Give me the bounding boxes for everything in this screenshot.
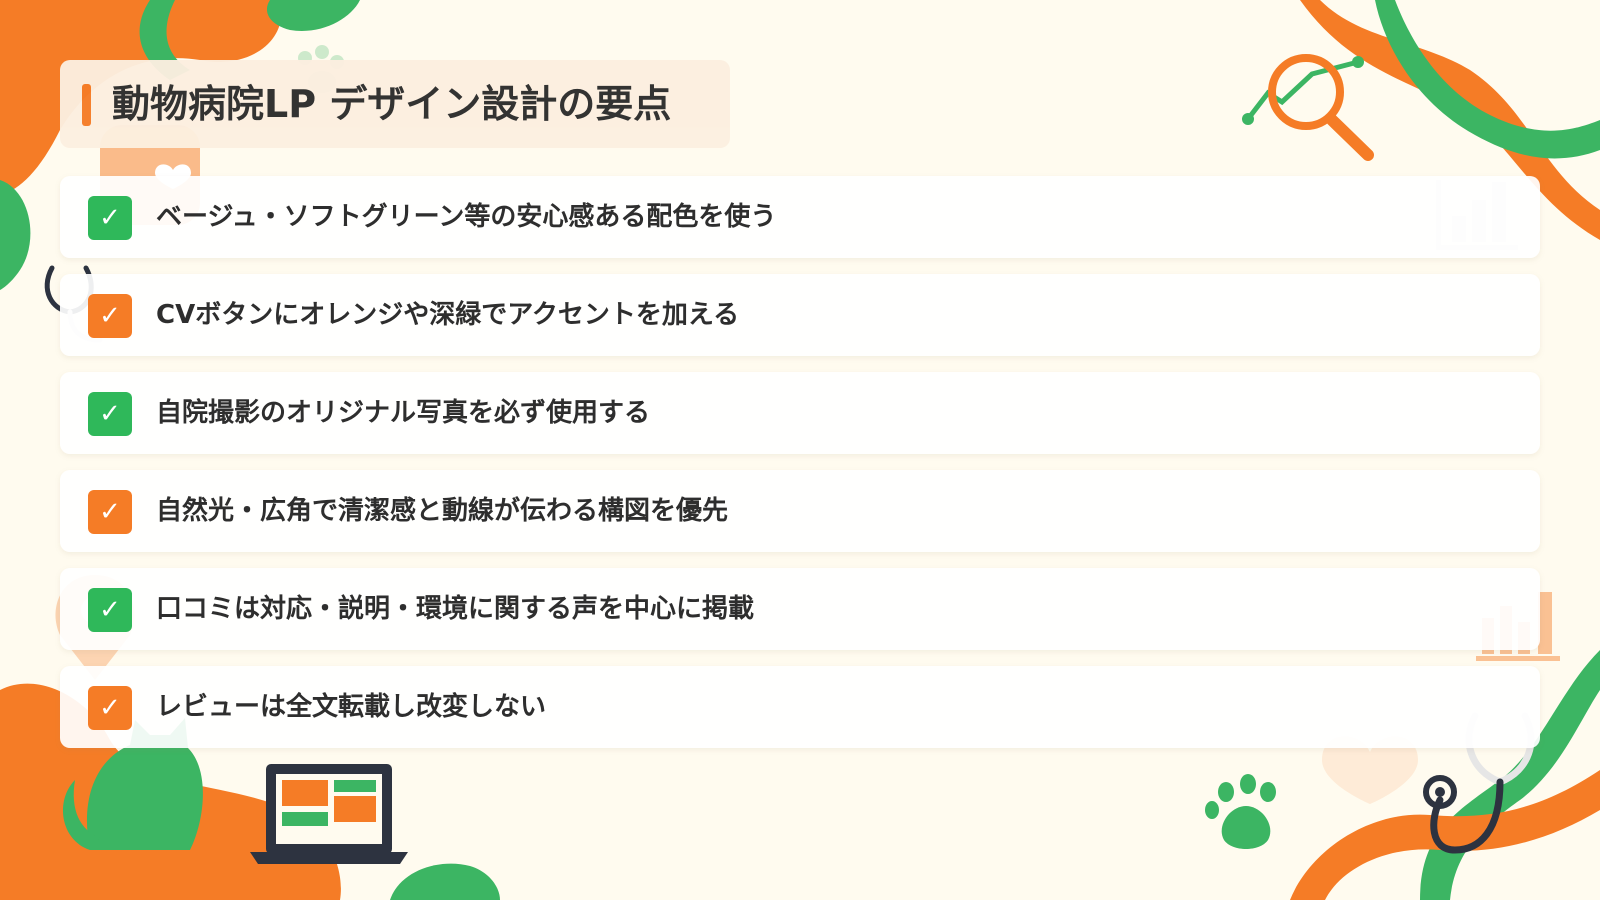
title-box: 動物病院LP デザイン設計の要点 bbox=[60, 60, 730, 148]
list-item-text: 口コミは対応・説明・環境に関する声を中心に掲載 bbox=[156, 594, 755, 624]
checkmark-icon: ✓ bbox=[88, 490, 132, 534]
list-item: ✓ 自然光・広角で清潔感と動線が伝わる構図を優先 bbox=[60, 470, 1540, 552]
checkmark-icon: ✓ bbox=[88, 686, 132, 730]
green-blob-top-left bbox=[266, 0, 360, 31]
page-title: 動物病院LP デザイン設計の要点 bbox=[112, 82, 672, 126]
paw-icon-bottom bbox=[1205, 774, 1276, 849]
list-item-text: レビューは全文転載し改変しない bbox=[156, 692, 547, 722]
list-item: ✓ 口コミは対応・説明・環境に関する声を中心に掲載 bbox=[60, 568, 1540, 650]
laptop-icon bbox=[250, 764, 408, 864]
magnifier-chart-icon bbox=[1242, 54, 1374, 161]
green-blob-left bbox=[0, 180, 31, 290]
list-item-text: 自然光・広角で清潔感と動線が伝わる構図を優先 bbox=[156, 496, 729, 526]
list-item: ✓ ベージュ・ソフトグリーン等の安心感ある配色を使う bbox=[60, 176, 1540, 258]
title-accent-bar bbox=[82, 84, 91, 126]
list-item-text: 自院撮影のオリジナル写真を必ず使用する bbox=[156, 398, 651, 428]
list-item: ✓ レビューは全文転載し改変しない bbox=[60, 666, 1540, 748]
checkmark-icon: ✓ bbox=[88, 588, 132, 632]
list-item-text: CVボタンにオレンジや深緑でアクセントを加える bbox=[156, 300, 740, 330]
list-item: ✓ 自院撮影のオリジナル写真を必ず使用する bbox=[60, 372, 1540, 454]
checkmark-icon: ✓ bbox=[88, 392, 132, 436]
list-item: ✓ CVボタンにオレンジや深緑でアクセントを加える bbox=[60, 274, 1540, 356]
list-item-text: ベージュ・ソフトグリーン等の安心感ある配色を使う bbox=[156, 202, 777, 232]
checkmark-icon: ✓ bbox=[88, 294, 132, 338]
green-blob-bottom bbox=[390, 863, 500, 900]
checkmark-icon: ✓ bbox=[88, 196, 132, 240]
checklist: ✓ ベージュ・ソフトグリーン等の安心感ある配色を使う ✓ CVボタンにオレンジや… bbox=[60, 176, 1540, 764]
